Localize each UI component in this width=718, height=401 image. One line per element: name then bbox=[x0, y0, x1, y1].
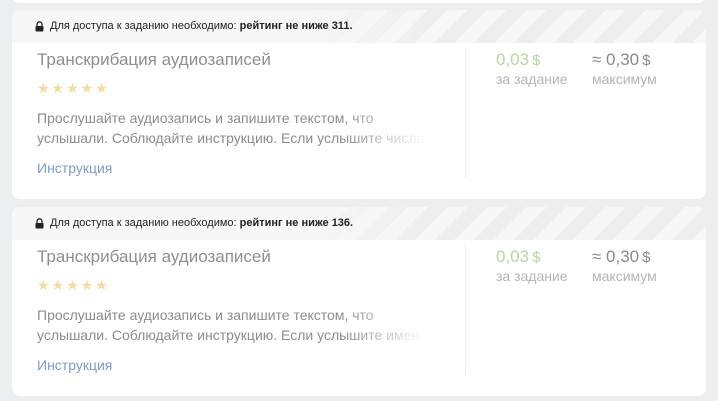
lock-icon bbox=[35, 20, 44, 31]
task-card[interactable]: Для доступа к заданию необходимо: рейтин… bbox=[12, 207, 706, 396]
currency-symbol: $ bbox=[532, 249, 541, 266]
rating-stars: ★★★★★ bbox=[37, 80, 110, 96]
max-label: максимум bbox=[592, 71, 657, 87]
price-value: 0,03 bbox=[496, 247, 530, 266]
price-label: за задание bbox=[496, 268, 568, 284]
currency-symbol: $ bbox=[532, 52, 541, 69]
access-notice-requirement: рейтинг не ниже 136. bbox=[239, 217, 354, 229]
divider bbox=[465, 245, 466, 375]
access-notice-prefix: Для доступа к заданию необходимо: bbox=[50, 20, 237, 32]
instruction-link[interactable]: Инструкция bbox=[37, 160, 112, 176]
price-value: 0,03 bbox=[496, 50, 530, 69]
divider bbox=[465, 48, 466, 178]
lock-icon bbox=[35, 217, 44, 228]
max-label: максимум bbox=[592, 268, 657, 284]
price-per-task: 0,03 $ за задание bbox=[496, 247, 568, 284]
max-earnings: ≈ 0,30 $ максимум bbox=[592, 247, 657, 284]
currency-symbol: $ bbox=[642, 52, 651, 69]
currency-symbol: $ bbox=[642, 249, 651, 266]
instruction-link[interactable]: Инструкция bbox=[37, 357, 112, 373]
rating-stars: ★★★★★ bbox=[37, 277, 110, 293]
task-title[interactable]: Транскрибация аудиозаписей bbox=[37, 247, 271, 267]
max-earnings: ≈ 0,30 $ максимум bbox=[592, 50, 657, 87]
task-card[interactable]: Для доступа к заданию необходимо: рейтин… bbox=[12, 10, 706, 199]
price-per-task: 0,03 $ за задание bbox=[496, 50, 568, 87]
access-notice: Для доступа к заданию необходимо: рейтин… bbox=[35, 20, 353, 32]
previous-task-card-edge bbox=[12, 0, 706, 3]
max-value: ≈ 0,30 bbox=[592, 50, 640, 69]
access-notice-requirement: рейтинг не ниже 311. bbox=[239, 20, 353, 32]
access-notice: Для доступа к заданию необходимо: рейтин… bbox=[35, 217, 353, 229]
task-title[interactable]: Транскрибация аудиозаписей bbox=[37, 50, 271, 70]
price-label: за задание bbox=[496, 71, 568, 87]
access-notice-prefix: Для доступа к заданию необходимо: bbox=[50, 217, 237, 229]
max-value: ≈ 0,30 bbox=[592, 247, 640, 266]
